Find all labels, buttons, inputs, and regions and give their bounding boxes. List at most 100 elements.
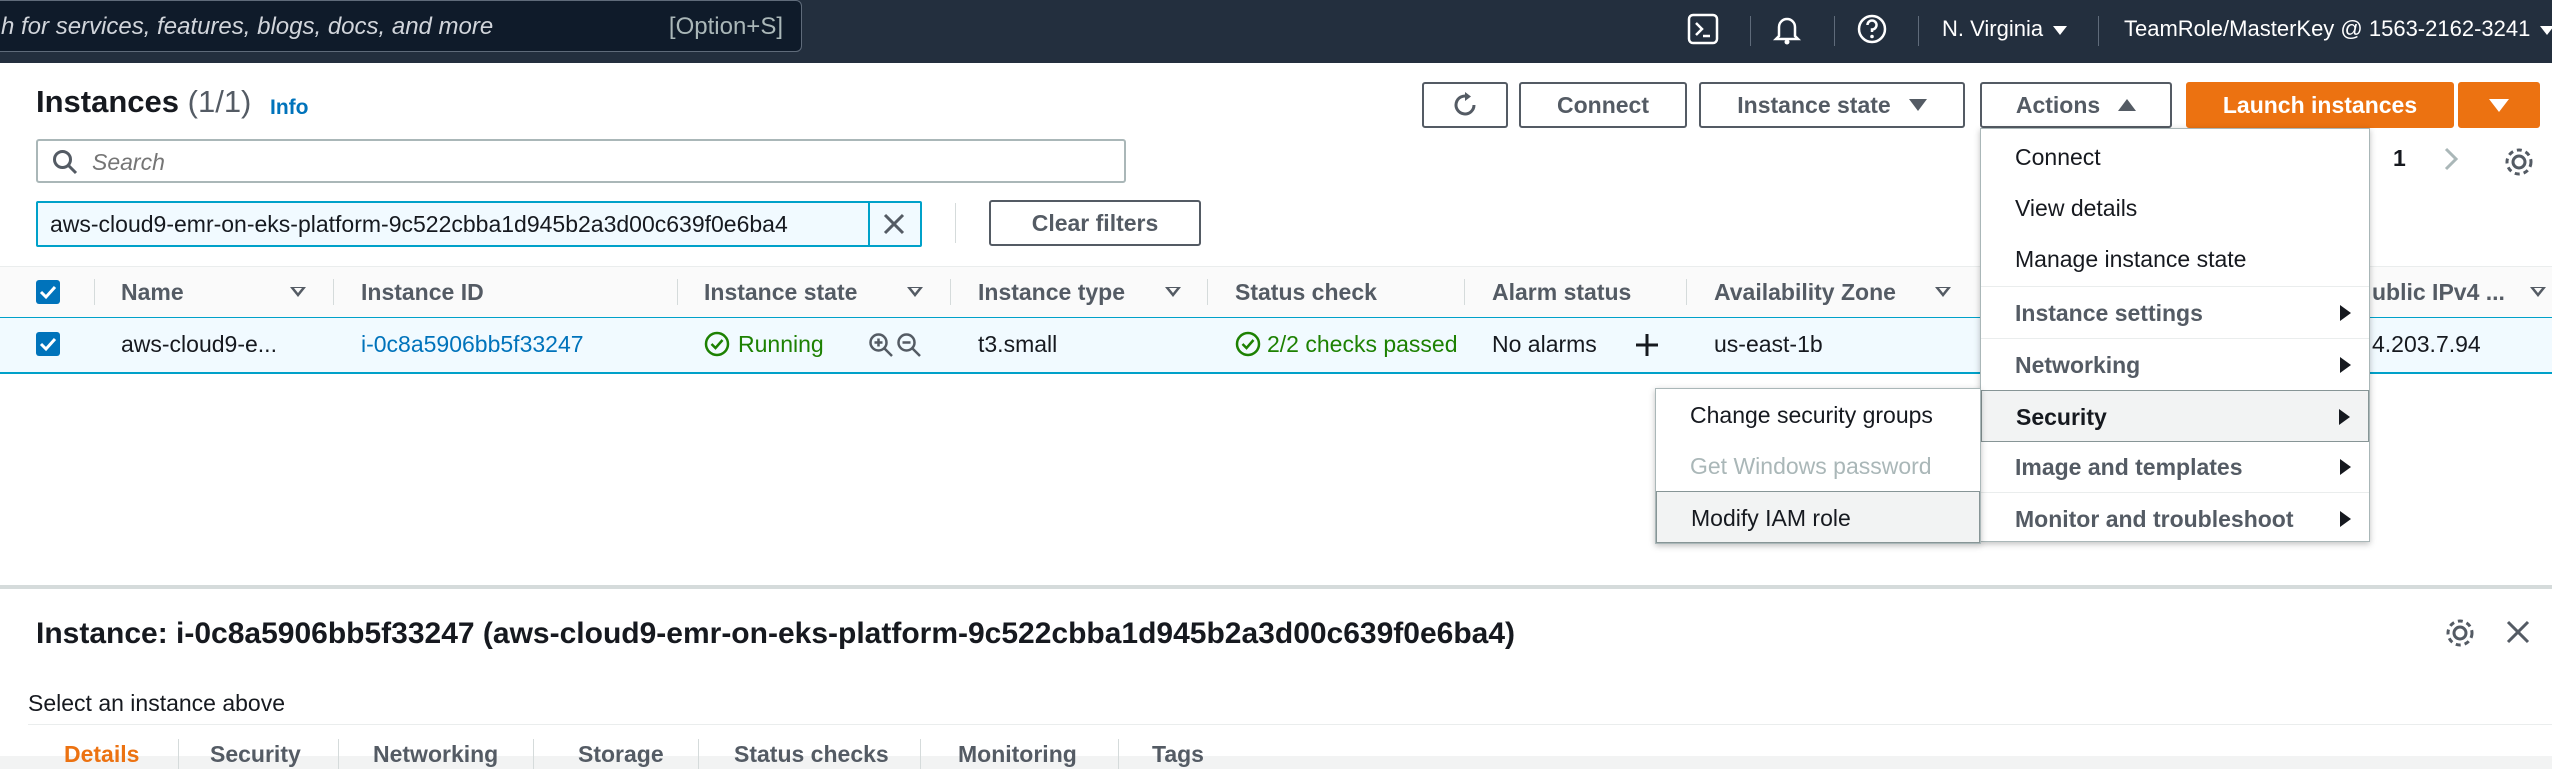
add-alarm-plus-icon[interactable] <box>1634 332 1660 358</box>
page-title: Instances (1/1) <box>36 84 251 120</box>
notifications-bell-icon[interactable] <box>1770 12 1804 46</box>
column-header-status-check[interactable]: Status check <box>1235 279 1377 306</box>
menu-group-monitor-and-troubleshoot[interactable]: Monitor and troubleshoot <box>1981 493 2369 545</box>
sort-icon[interactable] <box>907 287 923 297</box>
chevron-right-icon[interactable] <box>2440 146 2462 172</box>
tab-security[interactable]: Security <box>210 741 301 768</box>
menu-group-instance-settings[interactable]: Instance settings <box>1981 287 2369 339</box>
column-divider <box>950 279 951 305</box>
remove-filter-button[interactable] <box>868 203 920 245</box>
menu-group-security[interactable]: Security <box>1981 390 2369 442</box>
column-header-availability-zone[interactable]: Availability Zone <box>1714 279 1896 306</box>
select-instance-hint: Select an instance above <box>28 690 286 716</box>
cell-name: aws-cloud9-e... <box>121 331 277 357</box>
column-header-public-ipv4[interactable]: ublic IPv4 ... <box>2372 279 2505 306</box>
zoom-out-icon[interactable] <box>896 332 922 358</box>
check-circle-icon <box>704 331 730 357</box>
global-search-input[interactable]: h for services, features, blogs, docs, a… <box>0 0 802 52</box>
actions-button[interactable]: Actions <box>1980 82 2172 128</box>
menu-item-manage-instance-state[interactable]: Manage instance state <box>1981 233 2369 285</box>
instance-search-field[interactable] <box>36 139 1126 183</box>
clear-filters-button[interactable]: Clear filters <box>989 200 1201 246</box>
cell-instance-state: Running <box>704 331 824 358</box>
region-label: N. Virginia <box>1942 16 2044 41</box>
chevron-down-icon <box>2053 25 2068 35</box>
launch-instances-button[interactable]: Launch instances <box>2186 82 2454 128</box>
checkmark-icon <box>39 285 57 300</box>
tab-monitoring[interactable]: Monitoring <box>958 741 1077 768</box>
tab-divider <box>698 739 699 769</box>
tab-divider <box>178 739 179 769</box>
filter-token[interactable]: aws-cloud9-emr-on-eks-platform-9c522cbba… <box>36 201 922 247</box>
instance-state-button[interactable]: Instance state <box>1699 82 1965 128</box>
refresh-icon <box>1454 92 1476 116</box>
tab-divider <box>920 739 921 769</box>
column-divider <box>94 279 95 305</box>
sort-icon[interactable] <box>290 287 306 297</box>
cell-instance-id-link[interactable]: i-0c8a5906bb5f33247 <box>361 331 584 358</box>
tab-divider <box>1118 739 1119 769</box>
page-title-text: Instances <box>36 84 180 119</box>
select-all-checkbox[interactable] <box>36 280 60 304</box>
menu-item-view-details[interactable]: View details <box>1981 182 2369 234</box>
zoom-in-icon[interactable] <box>868 332 894 358</box>
column-divider <box>333 279 334 305</box>
chevron-down-icon <box>2540 25 2552 35</box>
cloudshell-icon[interactable] <box>1686 12 1720 46</box>
chevron-down-icon <box>2489 98 2509 112</box>
help-icon[interactable] <box>1855 12 1889 46</box>
column-header-instance-id[interactable]: Instance ID <box>361 279 484 306</box>
close-icon[interactable] <box>2505 619 2531 645</box>
column-divider <box>677 279 678 305</box>
menu-item-change-security-groups[interactable]: Change security groups <box>1656 389 1980 441</box>
column-divider <box>1686 279 1687 305</box>
close-icon <box>883 213 905 235</box>
menu-group-image-and-templates[interactable]: Image and templates <box>1981 441 2369 493</box>
menu-item-connect[interactable]: Connect <box>1981 131 2369 183</box>
row-checkbox[interactable] <box>36 332 60 356</box>
account-menu[interactable]: TeamRole/MasterKey @ 1563-2162-3241 <box>2124 16 2552 42</box>
menu-group-networking[interactable]: Networking <box>1981 339 2369 391</box>
column-header-instance-type[interactable]: Instance type <box>978 279 1125 306</box>
detail-title: Instance: i-0c8a5906bb5f33247 (aws-cloud… <box>36 617 1516 650</box>
tab-details[interactable]: Details <box>64 741 139 768</box>
connect-button[interactable]: Connect <box>1519 82 1687 128</box>
tab-status-checks[interactable]: Status checks <box>734 741 889 768</box>
sort-icon[interactable] <box>2530 287 2546 297</box>
detail-tabs: Details Security Networking Storage Stat… <box>28 724 2552 769</box>
checkmark-icon <box>39 337 57 352</box>
menu-item-modify-iam-role[interactable]: Modify IAM role <box>1656 491 1980 543</box>
nav-divider <box>1750 16 1751 46</box>
preferences-gear-icon[interactable] <box>2503 146 2535 178</box>
launch-options-dropdown[interactable] <box>2458 82 2540 128</box>
region-selector[interactable]: N. Virginia <box>1942 16 2068 42</box>
column-header-alarm-status[interactable]: Alarm status <box>1492 279 1631 306</box>
menu-item-get-windows-password: Get Windows password <box>1690 453 1932 479</box>
top-navigation-bar: h for services, features, blogs, docs, a… <box>0 0 2552 63</box>
actions-dropdown-menu: Connect View details Manage instance sta… <box>1980 128 2370 542</box>
cell-instance-type: t3.small <box>978 331 1058 357</box>
nav-divider <box>1918 16 1919 46</box>
filter-divider <box>955 203 956 243</box>
tab-storage[interactable]: Storage <box>578 741 664 768</box>
tab-divider <box>533 739 534 769</box>
status-check-label: 2/2 checks passed <box>1267 331 1458 357</box>
menu-group-label: Monitor and troubleshoot <box>2015 506 2294 532</box>
current-page-number[interactable]: 1 <box>2393 145 2406 172</box>
state-running-label: Running <box>738 331 824 357</box>
tab-tags[interactable]: Tags <box>1152 741 1204 768</box>
column-header-instance-state[interactable]: Instance state <box>704 279 857 306</box>
chevron-up-icon <box>2118 99 2137 111</box>
sort-icon[interactable] <box>1935 287 1951 297</box>
caret-right-icon <box>2340 305 2351 321</box>
cell-alarm-status: No alarms <box>1492 331 1597 357</box>
tab-networking[interactable]: Networking <box>373 741 498 768</box>
info-link[interactable]: Info <box>270 96 308 120</box>
search-input[interactable] <box>90 147 1094 177</box>
filter-token-text: aws-cloud9-emr-on-eks-platform-9c522cbba… <box>50 211 788 237</box>
column-header-name[interactable]: Name <box>121 279 184 306</box>
refresh-button[interactable] <box>1422 82 1508 128</box>
caret-right-icon <box>2340 511 2351 527</box>
sort-icon[interactable] <box>1165 287 1181 297</box>
split-panel-gear-icon[interactable] <box>2444 617 2476 649</box>
